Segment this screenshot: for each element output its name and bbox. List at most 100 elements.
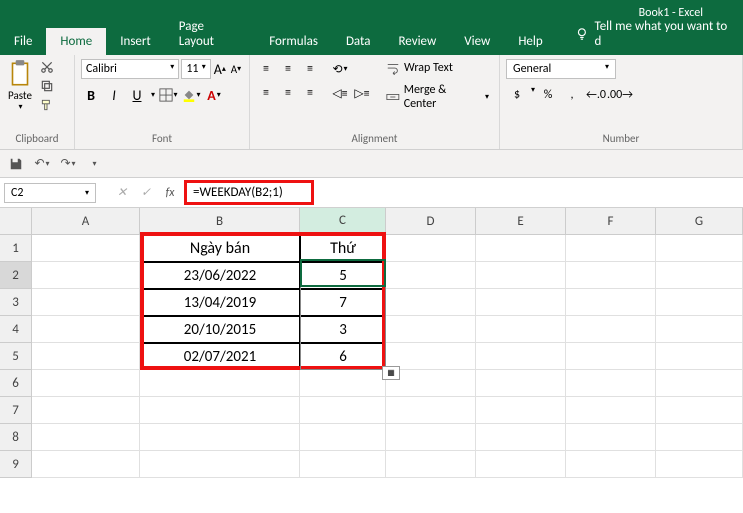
cell-g2[interactable] — [656, 262, 743, 289]
cell-e8[interactable] — [476, 424, 566, 451]
cell-b9[interactable] — [140, 451, 300, 478]
cell-a7[interactable] — [32, 397, 140, 424]
cell-d2[interactable] — [386, 262, 476, 289]
row-header-5[interactable]: 5 — [0, 343, 32, 370]
chevron-down-icon[interactable]: ▾ — [151, 90, 155, 100]
align-center-button[interactable]: ≡ — [278, 83, 298, 103]
font-size-select[interactable]: 11▾ — [181, 59, 210, 79]
cell-a4[interactable] — [32, 316, 140, 343]
cell-b4[interactable]: 20/10/2015 — [140, 316, 300, 343]
orientation-button[interactable]: ⟲▾ — [330, 59, 350, 79]
cell-f8[interactable] — [566, 424, 656, 451]
font-color-button[interactable]: A▾ — [204, 85, 224, 105]
menu-insert[interactable]: Insert — [106, 28, 165, 55]
cell-c1[interactable]: Thứ — [300, 235, 386, 262]
cell-f5[interactable] — [566, 343, 656, 370]
cell-g4[interactable] — [656, 316, 743, 343]
merge-center-button[interactable]: Merge & Center ▾ — [382, 81, 493, 113]
cell-g1[interactable] — [656, 235, 743, 262]
cell-f3[interactable] — [566, 289, 656, 316]
bold-button[interactable]: B — [81, 85, 101, 105]
col-header-b[interactable]: B — [140, 208, 300, 235]
select-all-corner[interactable] — [0, 208, 32, 235]
insert-function-button[interactable]: fx — [158, 182, 182, 204]
borders-button[interactable]: ▾ — [158, 85, 178, 105]
cell-c7[interactable] — [300, 397, 386, 424]
fill-color-button[interactable]: ▾ — [181, 85, 201, 105]
cell-a2[interactable] — [32, 262, 140, 289]
cell-c4[interactable]: 3 — [300, 316, 386, 343]
cell-g5[interactable] — [656, 343, 743, 370]
row-header-9[interactable]: 9 — [0, 451, 32, 478]
cell-b5[interactable]: 02/07/2021 — [140, 343, 300, 370]
row-header-2[interactable]: 2 — [0, 262, 32, 289]
copy-button[interactable] — [38, 78, 56, 94]
cell-a6[interactable] — [32, 370, 140, 397]
menu-file[interactable]: File — [0, 28, 46, 55]
autofill-options-button[interactable]: ▦ — [382, 366, 400, 380]
format-painter-button[interactable] — [38, 97, 56, 113]
row-header-3[interactable]: 3 — [0, 289, 32, 316]
cell-g8[interactable] — [656, 424, 743, 451]
cell-d8[interactable] — [386, 424, 476, 451]
col-header-e[interactable]: E — [476, 208, 566, 235]
cell-a5[interactable] — [32, 343, 140, 370]
cell-g3[interactable] — [656, 289, 743, 316]
cell-e1[interactable] — [476, 235, 566, 262]
accept-formula-button[interactable]: ✓ — [134, 182, 158, 204]
cell-e2[interactable] — [476, 262, 566, 289]
menu-review[interactable]: Review — [384, 28, 450, 55]
cell-d4[interactable] — [386, 316, 476, 343]
currency-button[interactable]: $ — [506, 85, 528, 105]
cell-c9[interactable] — [300, 451, 386, 478]
cell-b6[interactable] — [140, 370, 300, 397]
cell-d7[interactable] — [386, 397, 476, 424]
cell-g7[interactable] — [656, 397, 743, 424]
undo-button[interactable]: ↶▾ — [32, 154, 52, 174]
row-header-4[interactable]: 4 — [0, 316, 32, 343]
decrease-indent-button[interactable]: ◁≡ — [330, 83, 350, 103]
decrease-font-button[interactable]: A▾ — [229, 59, 243, 79]
cell-g9[interactable] — [656, 451, 743, 478]
cell-b2[interactable]: 23/06/2022 — [140, 262, 300, 289]
col-header-d[interactable]: D — [386, 208, 476, 235]
cell-b7[interactable] — [140, 397, 300, 424]
cell-c6[interactable] — [300, 370, 386, 397]
col-header-g[interactable]: G — [656, 208, 743, 235]
number-format-select[interactable]: General▾ — [506, 59, 616, 79]
cell-f1[interactable] — [566, 235, 656, 262]
paste-button[interactable]: Paste ▾ — [6, 59, 34, 113]
cell-e5[interactable] — [476, 343, 566, 370]
cell-a3[interactable] — [32, 289, 140, 316]
save-button[interactable] — [6, 154, 26, 174]
chevron-down-icon[interactable]: ▾ — [531, 85, 535, 105]
menu-page-layout[interactable]: Page Layout — [165, 13, 255, 55]
cell-a1[interactable] — [32, 235, 140, 262]
cell-e7[interactable] — [476, 397, 566, 424]
increase-font-button[interactable]: A▴ — [213, 59, 227, 79]
comma-button[interactable]: , — [561, 85, 583, 105]
underline-button[interactable]: U — [127, 85, 147, 105]
cell-d9[interactable] — [386, 451, 476, 478]
cell-f4[interactable] — [566, 316, 656, 343]
customize-qat-button[interactable]: ▾ — [84, 154, 104, 174]
formula-input[interactable]: =WEEKDAY(B2;1) — [184, 180, 314, 205]
cell-d3[interactable] — [386, 289, 476, 316]
cell-e4[interactable] — [476, 316, 566, 343]
cell-b8[interactable] — [140, 424, 300, 451]
menu-data[interactable]: Data — [332, 28, 385, 55]
cell-e6[interactable] — [476, 370, 566, 397]
col-header-c[interactable]: C — [300, 208, 386, 235]
cell-e9[interactable] — [476, 451, 566, 478]
align-top-button[interactable]: ≡ — [256, 59, 276, 79]
italic-button[interactable]: I — [104, 85, 124, 105]
cell-b1[interactable]: Ngày bán — [140, 235, 300, 262]
cell-g6[interactable] — [656, 370, 743, 397]
align-left-button[interactable]: ≡ — [256, 83, 276, 103]
cell-f6[interactable] — [566, 370, 656, 397]
cell-a9[interactable] — [32, 451, 140, 478]
cell-d1[interactable] — [386, 235, 476, 262]
menu-help[interactable]: Help — [504, 28, 556, 55]
decrease-decimal-button[interactable]: .00→ — [609, 85, 631, 105]
increase-indent-button[interactable]: ▷≡ — [352, 83, 372, 103]
